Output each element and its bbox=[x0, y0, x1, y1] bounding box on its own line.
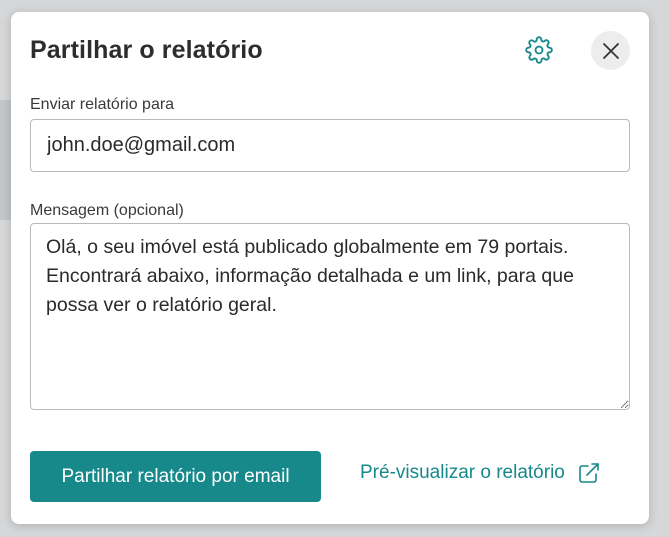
message-label: Mensagem (opcional) bbox=[30, 202, 184, 219]
preview-report-label: Pré-visualizar o relatório bbox=[360, 462, 565, 483]
external-link-icon bbox=[577, 461, 601, 485]
message-textarea[interactable]: Olá, o seu imóvel está publicado globalm… bbox=[30, 223, 630, 410]
recipient-label: Enviar relatório para bbox=[30, 96, 175, 113]
settings-button[interactable] bbox=[523, 34, 555, 66]
share-report-dialog: Partilhar o relatório Enviar relatório p… bbox=[11, 12, 649, 524]
preview-report-link[interactable]: Pré-visualizar o relatório bbox=[360, 461, 601, 485]
share-by-email-button[interactable]: Partilhar relatório por email bbox=[30, 451, 321, 502]
close-button[interactable] bbox=[591, 31, 630, 70]
gear-icon bbox=[525, 36, 553, 64]
recipient-email-input[interactable] bbox=[30, 119, 630, 172]
dialog-title: Partilhar o relatório bbox=[30, 36, 263, 64]
close-icon bbox=[602, 42, 619, 59]
